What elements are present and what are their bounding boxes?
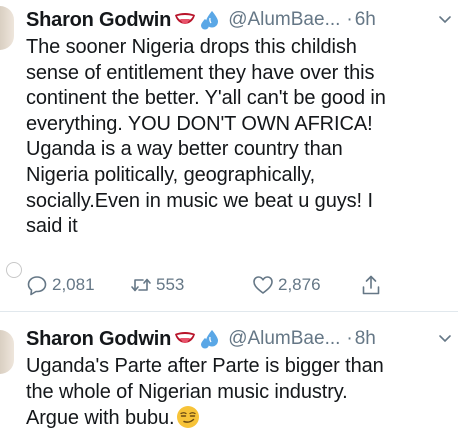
tongue-mouth-emoji-icon: [175, 13, 196, 24]
tweet-text-line: The sooner Nigeria drops this childish: [26, 36, 357, 58]
tweet-actions: 2,081 553 2,876: [26, 274, 406, 300]
like-count: 2,876: [278, 275, 321, 294]
separator-dot: ·: [346, 9, 353, 30]
tweet-text: The sooner Nigeria drops this childish s…: [26, 35, 454, 240]
retweet-button[interactable]: 553: [130, 274, 184, 296]
tweet-text-line: said it: [26, 215, 78, 238]
display-name[interactable]: Sharon Godwin: [26, 9, 171, 32]
tweet-text-line: socially.Even in music we beat u guys! I: [26, 189, 373, 212]
tweet-text-line: sense of entitlement they have over this: [26, 61, 375, 84]
share-icon: [362, 275, 380, 295]
reply-button[interactable]: 2,081: [26, 274, 95, 296]
tweet-text-line: the whole of Nigerian music industry.: [26, 380, 348, 403]
avatar[interactable]: [0, 330, 14, 374]
tongue-mouth-emoji-icon: [175, 332, 196, 343]
tweet-text-line: Uganda's Parte after Parte is bigger tha…: [26, 355, 384, 377]
tweet-header: Sharon Godwin @AlumBae... · 6h: [26, 6, 454, 34]
avatar[interactable]: [0, 6, 14, 50]
user-handle[interactable]: @AlumBae...: [228, 9, 340, 31]
like-button[interactable]: 2,876: [252, 274, 321, 296]
story-ring-icon: [6, 262, 22, 278]
chevron-down-icon[interactable]: [438, 12, 452, 26]
tweet-divider: [0, 311, 458, 312]
tweet-header: Sharon Godwin @AlumBae... · 8h: [26, 325, 454, 353]
tweet-text: Uganda's Parte after Parte is bigger tha…: [26, 354, 454, 432]
tweet[interactable]: Sharon Godwin @AlumBae... · 8h Uganda's …: [26, 325, 454, 432]
timestamp[interactable]: 8h: [355, 328, 376, 350]
reply-count: 2,081: [52, 275, 95, 294]
sweat-droplets-emoji-icon: [201, 330, 219, 349]
chevron-down-icon[interactable]: [438, 331, 452, 345]
separator-dot: ·: [346, 328, 353, 349]
heart-icon: [253, 276, 273, 294]
tweet-text-line: everything. YOU DON'T OWN AFRICA!: [26, 112, 373, 135]
tweet-text-line: continent the better. Y'all can't be goo…: [26, 87, 386, 110]
tweet-text-segment: Argue with bubu.: [26, 407, 175, 430]
tweet-text-line: Argue with bubu.: [26, 405, 448, 432]
sweat-droplets-emoji-icon: [201, 11, 219, 30]
retweet-count: 553: [156, 275, 185, 294]
smirking-face-emoji-icon: [176, 406, 199, 429]
tweet[interactable]: Sharon Godwin @AlumBae... · 6h The soone…: [26, 6, 454, 240]
timestamp[interactable]: 6h: [355, 9, 376, 31]
retweet-icon: [131, 278, 151, 292]
share-button[interactable]: [360, 274, 386, 296]
display-name[interactable]: Sharon Godwin: [26, 328, 171, 351]
tweet-text-line: Uganda is a way better country than: [26, 138, 343, 161]
user-handle[interactable]: @AlumBae...: [228, 328, 340, 350]
tweet-text-line: Nigeria politically, geographically,: [26, 163, 316, 186]
reply-icon: [27, 276, 47, 296]
